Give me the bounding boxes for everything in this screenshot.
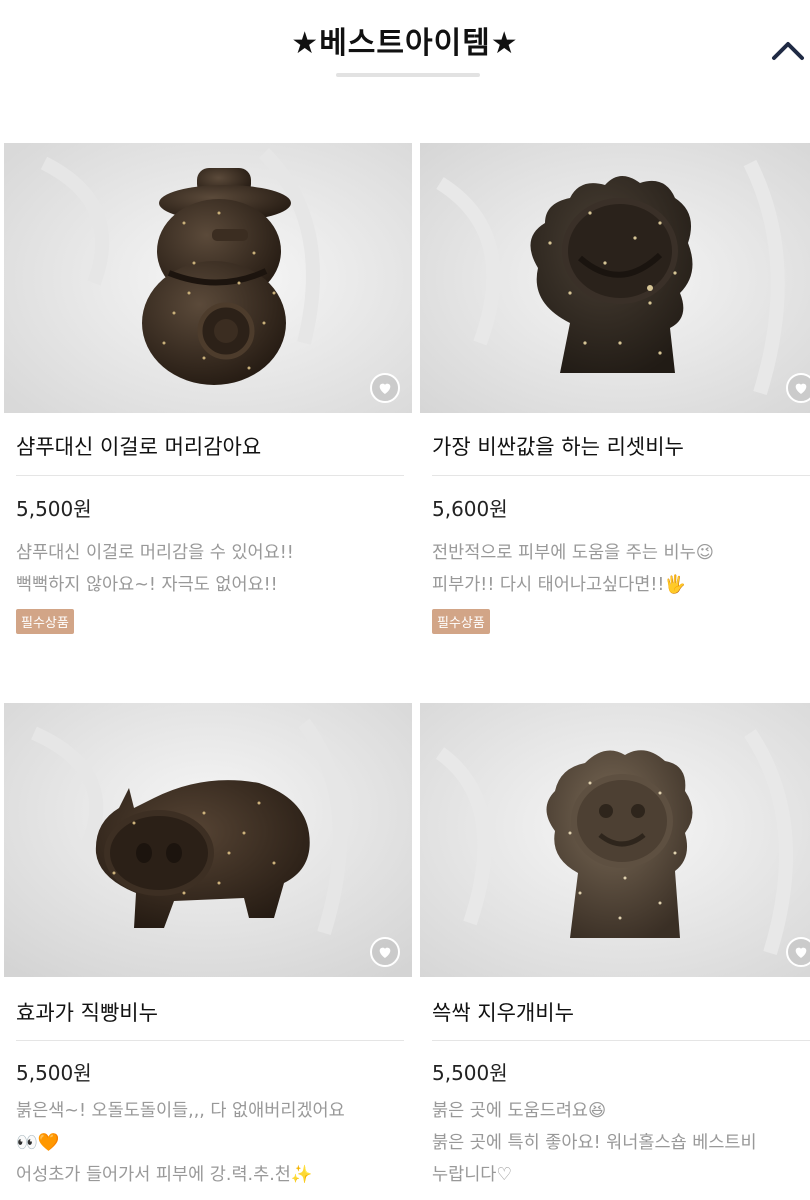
- product-price: 5,600원: [432, 497, 508, 521]
- description-line: 전반적으로 피부에 도움을 주는 비누😉: [432, 543, 714, 563]
- product-price: 5,500원: [432, 1061, 508, 1085]
- heart-icon: [795, 383, 807, 394]
- product-name[interactable]: 효과가 직빵비누: [16, 997, 158, 1027]
- description-line: 뻑뻑하지 않아요~! 자극도 없어요!!: [16, 575, 278, 595]
- badge-essential: 필수상품: [432, 609, 490, 634]
- divider: [16, 1040, 404, 1041]
- product-description: 붉은 곳에 도움드려요😆 붉은 곳에 특히 좋아요! 워너홀스숍 베스트비 누랍…: [432, 1095, 757, 1191]
- wishlist-button[interactable]: [370, 373, 400, 403]
- product-price: 5,500원: [16, 1061, 92, 1085]
- wishlist-button[interactable]: [786, 373, 810, 403]
- section-header: ★베스트아이템★: [0, 0, 810, 110]
- divider: [432, 1040, 810, 1041]
- divider: [16, 475, 404, 476]
- product-name[interactable]: 가장 비싼값을 하는 리셋비누: [432, 431, 684, 461]
- description-line: 붉은 곳에 특히 좋아요! 워너홀스숍 베스트비: [432, 1133, 757, 1153]
- description-line: 붉은 곳에 도움드려요😆: [432, 1101, 607, 1121]
- description-line: 샴푸대신 이걸로 머리감을 수 있어요!!: [16, 543, 294, 563]
- description-line: 👀🧡: [16, 1133, 60, 1153]
- section-title: ★베스트아이템★: [291, 26, 519, 61]
- heart-icon: [379, 947, 391, 958]
- description-line: 피부가!! 다시 태어나고싶다면!!🖐: [432, 575, 687, 595]
- title-underline: [336, 73, 480, 77]
- description-line: 누랍니다♡: [432, 1165, 513, 1185]
- chevron-up-icon: [772, 42, 804, 60]
- description-line: 붉은색~! 오돌도돌이들,,, 다 없애버리겠어요: [16, 1101, 345, 1121]
- product-name[interactable]: 쓱싹 지우개비누: [432, 997, 574, 1027]
- divider: [432, 475, 810, 476]
- description-line: 어성초가 들어가서 피부에 강.력.추.천✨: [16, 1165, 313, 1185]
- product-image[interactable]: [420, 143, 810, 413]
- product-name[interactable]: 샴푸대신 이걸로 머리감아요: [16, 431, 261, 461]
- wishlist-button[interactable]: [370, 937, 400, 967]
- product-description: 붉은색~! 오돌도돌이들,,, 다 없애버리겠어요 👀🧡 어성초가 들어가서 피…: [16, 1095, 345, 1191]
- heart-icon: [795, 947, 807, 958]
- collapse-button[interactable]: [768, 34, 808, 68]
- heart-icon: [379, 383, 391, 394]
- wishlist-button[interactable]: [786, 937, 810, 967]
- product-image[interactable]: [4, 143, 412, 413]
- product-description: 전반적으로 피부에 도움을 주는 비누😉 피부가!! 다시 태어나고싶다면!!🖐: [432, 537, 714, 601]
- badge-essential: 필수상품: [16, 609, 74, 634]
- product-image[interactable]: [420, 703, 810, 977]
- product-price: 5,500원: [16, 497, 92, 521]
- product-image[interactable]: [4, 703, 412, 977]
- product-description: 샴푸대신 이걸로 머리감을 수 있어요!! 뻑뻑하지 않아요~! 자극도 없어요…: [16, 537, 294, 601]
